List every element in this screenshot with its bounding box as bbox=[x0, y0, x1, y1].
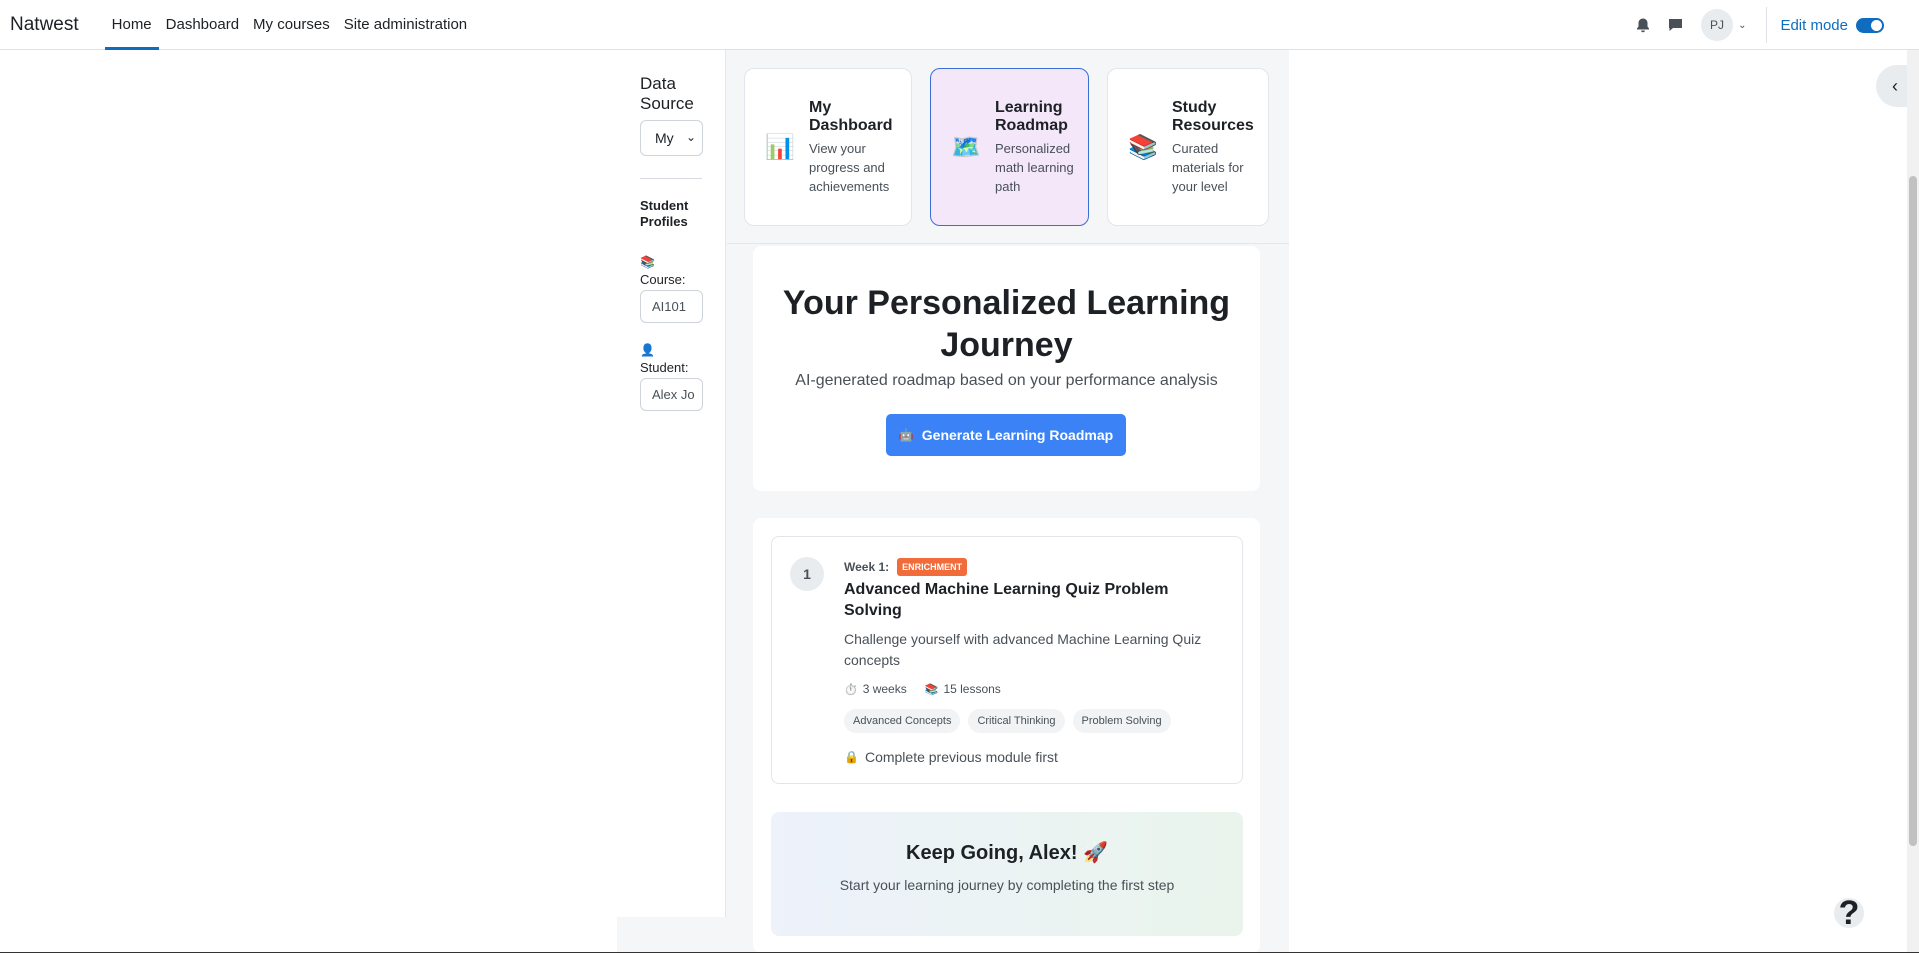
roadmap-modules-panel: 1 Week 1: ENRICHMENT Advanced Machine Le… bbox=[753, 518, 1260, 953]
data-source-select[interactable]: My ⌄ bbox=[640, 120, 703, 156]
course-label: Course: bbox=[640, 272, 686, 287]
module-lessons: 15 lessons bbox=[943, 682, 1001, 696]
student-label: Student: bbox=[640, 360, 689, 375]
module-step-number: 1 bbox=[790, 557, 824, 591]
top-navbar: Natwest Home Dashboard My courses Site a… bbox=[0, 0, 1919, 50]
course-books-icon: 📚 bbox=[640, 255, 655, 269]
module-title: Advanced Machine Learning Quiz Problem S… bbox=[844, 581, 1169, 619]
module-week: Week 1: ENRICHMENT bbox=[844, 558, 968, 576]
notifications-bell-icon[interactable] bbox=[1627, 9, 1659, 41]
card-description: Personalized math learning path bbox=[995, 140, 1074, 194]
card-title: Study Resources bbox=[1172, 98, 1254, 134]
generate-roadmap-button-label: Generate Learning Roadmap bbox=[921, 427, 1114, 443]
edit-mode-toggle[interactable] bbox=[1856, 17, 1884, 33]
module-duration: 3 weeks bbox=[862, 682, 907, 696]
motivation-subtitle: Start your learning journey by completin… bbox=[839, 877, 1175, 893]
module-type-badge: ENRICHMENT bbox=[897, 558, 968, 576]
stopwatch-icon: ⏱️ bbox=[844, 683, 858, 696]
card-title: Learning Roadmap bbox=[995, 98, 1068, 134]
help-question-icon[interactable]: ? bbox=[1834, 894, 1864, 932]
roadmap-module-card[interactable]: 1 Week 1: ENRICHMENT Advanced Machine Le… bbox=[771, 536, 1243, 784]
books-icon: 📚 bbox=[924, 683, 939, 696]
edit-mode-label: Edit mode bbox=[1780, 16, 1848, 34]
books-icon: 📚 bbox=[1128, 133, 1158, 161]
motivation-title: Keep Going, Alex! 🚀 bbox=[906, 842, 1108, 864]
module-description: Challenge yourself with advanced Machine… bbox=[844, 631, 1202, 668]
card-study-resources[interactable]: 📚 Study Resources Curated materials for … bbox=[1107, 68, 1269, 226]
module-lock-text: Complete previous module first bbox=[864, 749, 1058, 765]
roadmap-hero-panel: Your Personalized Learning Journey AI-ge… bbox=[753, 246, 1260, 491]
bar-chart-icon: 📊 bbox=[765, 133, 795, 161]
module-tag: Critical Thinking bbox=[968, 709, 1065, 733]
course-input[interactable]: AI101 bbox=[640, 290, 703, 323]
nav-home-label: Home bbox=[111, 16, 152, 33]
avatar-initials: PJ bbox=[1710, 18, 1725, 32]
select-chevron-down-icon: ⌄ bbox=[685, 130, 696, 144]
page-scrollbar-thumb[interactable] bbox=[1909, 176, 1917, 846]
navbar-divider bbox=[1766, 7, 1768, 43]
site-brand[interactable]: Natwest bbox=[10, 14, 79, 36]
data-source-select-value: My bbox=[655, 130, 674, 146]
student-profiles-heading: Student Profiles bbox=[640, 198, 689, 229]
course-input-value: AI101 bbox=[652, 299, 686, 314]
nav-site-administration-label: Site administration bbox=[343, 16, 468, 33]
page-title: Your Personalized Learning Journey bbox=[782, 284, 1231, 364]
lock-icon: 🔒 bbox=[844, 750, 859, 764]
data-source-sidebar: Data Source My ⌄ Student Profiles 📚 Cour… bbox=[617, 50, 726, 917]
data-source-title: Data Source bbox=[640, 74, 694, 113]
nav-my-courses[interactable]: My courses bbox=[246, 0, 337, 50]
nav-site-administration[interactable]: Site administration bbox=[337, 0, 474, 50]
nav-my-courses-label: My courses bbox=[253, 16, 330, 33]
student-input[interactable]: Alex Jo bbox=[640, 378, 703, 411]
sidebar-divider bbox=[640, 178, 702, 179]
navbar-right: PJ ⌄ Edit mode bbox=[1627, 0, 1919, 50]
motivation-banner: Keep Going, Alex! 🚀 Start your learning … bbox=[771, 812, 1243, 936]
module-week-label: Week 1: bbox=[844, 560, 890, 574]
student-input-value: Alex Jo bbox=[652, 387, 695, 402]
page-subtitle: AI-generated roadmap based on your perfo… bbox=[795, 372, 1218, 389]
module-tag: Problem Solving bbox=[1072, 709, 1171, 733]
user-avatar[interactable]: PJ bbox=[1701, 9, 1734, 41]
student-person-icon: 👤 bbox=[640, 343, 655, 357]
messages-chat-icon[interactable] bbox=[1659, 9, 1691, 41]
user-menu-chevron-down-icon[interactable]: ⌄ bbox=[1738, 20, 1746, 31]
card-description: View your progress and achievements bbox=[809, 140, 890, 194]
card-my-dashboard[interactable]: 📊 My Dashboard View your progress and ac… bbox=[744, 68, 912, 226]
generate-roadmap-button[interactable]: 🤖 Generate Learning Roadmap bbox=[886, 414, 1126, 456]
module-tag: Advanced Concepts bbox=[844, 709, 961, 733]
nav-dashboard-label: Dashboard bbox=[165, 16, 240, 33]
module-meta: ⏱️ 3 weeks 📚 15 lessons bbox=[844, 682, 1001, 696]
card-title: My Dashboard bbox=[809, 98, 893, 134]
card-learning-roadmap[interactable]: 🗺️ Learning Roadmap Personalized math le… bbox=[930, 68, 1089, 226]
map-icon: 🗺️ bbox=[951, 133, 981, 161]
card-description: Curated materials for your level bbox=[1172, 140, 1244, 194]
robot-icon: 🤖 bbox=[898, 428, 914, 442]
nav-dashboard[interactable]: Dashboard bbox=[159, 0, 246, 50]
nav-home[interactable]: Home bbox=[104, 0, 159, 50]
module-lock-status: 🔒 Complete previous module first bbox=[844, 749, 1058, 765]
module-tags: Advanced Concepts Critical Thinking Prob… bbox=[844, 709, 1179, 733]
